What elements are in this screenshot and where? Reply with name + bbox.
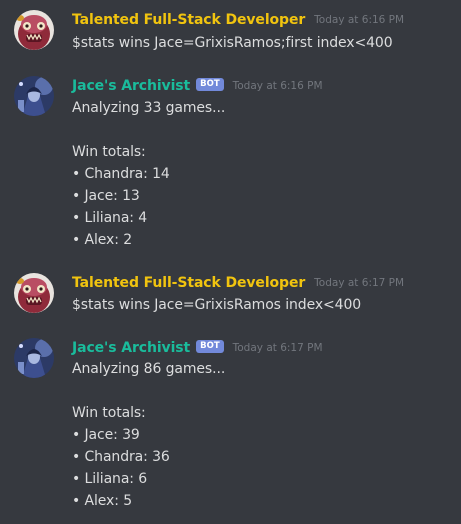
win-total-item: • Jace: 13 [72, 188, 140, 204]
chat-log: Talented Full-Stack Developer Today at 6… [0, 0, 461, 524]
win-total-item: • Chandra: 14 [72, 166, 170, 182]
message-header: Jace's Archivist BOT Today at 6:16 PM [72, 76, 323, 96]
bot-avatar[interactable] [14, 338, 54, 378]
bot-badge: BOT [196, 77, 224, 91]
win-total-item: • Alex: 5 [72, 493, 133, 509]
developer-avatar[interactable] [14, 273, 54, 313]
win-totals-label: Win totals: [72, 144, 146, 160]
message-line: $stats wins Jace=GrixisRamos index<400 [72, 297, 362, 313]
author-name[interactable]: Talented Full-Stack Developer [72, 275, 305, 291]
message-timestamp: Today at 6:16 PM [314, 14, 405, 26]
bot-badge: BOT [196, 339, 224, 353]
message-content: $stats wins Jace=GrixisRamos index<400 [72, 294, 361, 316]
message-header: Jace's Archivist BOT Today at 6:17 PM [72, 338, 323, 358]
message-header: Talented Full-Stack Developer Today at 6… [72, 273, 404, 293]
message-content: $stats wins Jace=GrixisRamos;first index… [72, 32, 393, 54]
win-total-item: • Jace: 39 [72, 427, 140, 443]
author-name[interactable]: Jace's Archivist [72, 78, 190, 94]
win-total-item: • Chandra: 36 [72, 449, 170, 465]
win-total-item: • Alex: 2 [72, 232, 133, 248]
win-total-item: • Liliana: 6 [72, 471, 148, 487]
win-totals-label: Win totals: [72, 405, 146, 421]
win-total-item: • Liliana: 4 [72, 210, 148, 226]
analysis-intro: Analyzing 33 games... [72, 100, 226, 116]
developer-avatar[interactable] [14, 10, 54, 50]
bot-avatar[interactable] [14, 76, 54, 116]
message-timestamp: Today at 6:17 PM [314, 277, 405, 289]
message-content: Analyzing 33 games... Win totals: • Chan… [72, 97, 225, 251]
message-content: Analyzing 86 games... Win totals: • Jace… [72, 358, 225, 512]
message-timestamp: Today at 6:17 PM [232, 342, 323, 354]
author-name[interactable]: Jace's Archivist [72, 340, 190, 356]
author-name[interactable]: Talented Full-Stack Developer [72, 12, 305, 28]
message-line: $stats wins Jace=GrixisRamos;first index… [72, 35, 393, 51]
message-timestamp: Today at 6:16 PM [232, 80, 323, 92]
analysis-intro: Analyzing 86 games... [72, 361, 226, 377]
message-header: Talented Full-Stack Developer Today at 6… [72, 10, 404, 30]
